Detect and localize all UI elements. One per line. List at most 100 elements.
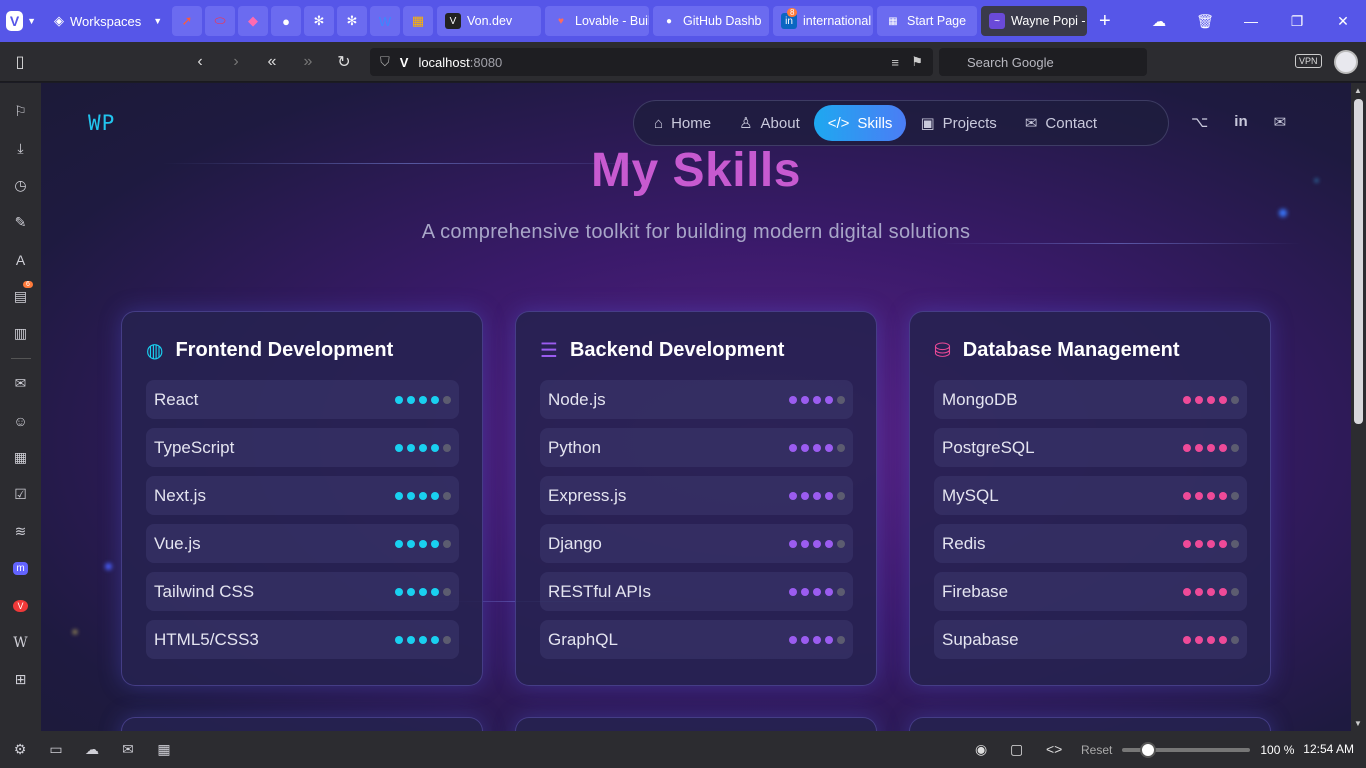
skill-level-dot <box>789 635 797 644</box>
pinned-tab[interactable]: ➚ <box>172 6 202 36</box>
page-actions-icon[interactable]: <> <box>1046 741 1062 757</box>
history-icon[interactable]: ◷ <box>0 167 41 204</box>
calendar-panel-icon[interactable]: ▦ <box>0 439 41 476</box>
pinned-tab[interactable]: ◆ <box>238 6 268 36</box>
server-icon: ☰ <box>540 340 558 362</box>
scroll-up-icon[interactable]: ▲ <box>1354 86 1362 95</box>
notes-icon[interactable]: ✎ <box>0 204 41 241</box>
linkedin-icon[interactable]: in <box>1234 113 1247 131</box>
nav-label: Skills <box>857 114 893 132</box>
downloads-icon[interactable]: ⤓ <box>0 130 41 167</box>
nav-contact[interactable]: ✉ Contact <box>1011 105 1111 141</box>
panel-toggle-icon[interactable]: ▯ <box>2 52 38 72</box>
wordpress-icon: W <box>378 13 392 29</box>
page-scrollbar[interactable]: ▲ ▼ <box>1351 83 1366 731</box>
reload-button[interactable]: ↻ <box>326 52 362 72</box>
skill-level-dot <box>443 443 451 452</box>
nav-about[interactable]: ♙ About <box>725 105 814 141</box>
tab-start-page[interactable]: ▦ Start Page <box>877 6 977 36</box>
zoom-reset-button[interactable]: Reset <box>1081 743 1112 757</box>
skill-level-dot <box>1195 395 1203 404</box>
fast-forward-button[interactable]: » <box>290 53 326 71</box>
trash-icon[interactable]: 🗑 <box>1182 13 1228 30</box>
skill-level-dot <box>419 491 427 500</box>
skill-level-dot <box>801 587 809 596</box>
skill-name: React <box>154 389 199 409</box>
tab-label: Lovable - Buil <box>575 14 649 28</box>
vivaldi-menu-button[interactable]: V ▼ <box>6 8 36 34</box>
vpn-button[interactable]: VPN <box>1295 54 1322 68</box>
page-tiling-icon[interactable]: ▢ <box>1010 741 1023 758</box>
mail-icon[interactable]: ✉ <box>0 365 41 402</box>
nav-skills[interactable]: </> Skills <box>813 105 907 141</box>
v-site-icon: V <box>399 54 409 70</box>
scroll-down-icon[interactable]: ▼ <box>1354 719 1362 728</box>
mail-icon[interactable]: ✉ <box>1274 113 1287 131</box>
nav-projects[interactable]: ▣ Projects <box>906 105 1010 141</box>
skill-level-dot <box>837 539 845 548</box>
minimize-button[interactable]: — <box>1228 13 1274 29</box>
chevron-down-icon: ▼ <box>153 16 163 26</box>
lovable-icon: ♥ <box>558 15 564 27</box>
page-title: My Skills <box>591 144 801 197</box>
skill-level-dot <box>1207 587 1215 596</box>
url-field[interactable]: ⛉ V localhost:8080 ≡ ⚑ <box>370 48 933 76</box>
forward-button[interactable]: › <box>218 53 254 71</box>
pinned-tab[interactable]: ⬭ <box>205 6 235 36</box>
close-button[interactable]: ✕ <box>1320 13 1366 30</box>
mail-icon[interactable]: ✉ <box>110 741 146 758</box>
skill-level-rating <box>789 587 845 596</box>
github-icon[interactable]: ⌥ <box>1191 113 1208 131</box>
zoom-slider[interactable] <box>1122 741 1251 758</box>
profile-avatar[interactable] <box>1334 50 1358 74</box>
skill-level-dot <box>837 395 845 404</box>
feeds-icon[interactable]: ≋ <box>0 513 41 550</box>
skill-level-dot <box>407 635 415 644</box>
skill-level-dot <box>813 395 821 404</box>
skill-name: MongoDB <box>942 389 1018 409</box>
cloud-icon[interactable]: ☁ <box>1136 13 1182 30</box>
zoom-slider-handle[interactable] <box>1140 741 1157 758</box>
site-logo[interactable]: WP <box>88 111 115 135</box>
pinned-tab[interactable]: ✻ <box>337 6 367 36</box>
layers-icon: ◈ <box>54 13 64 28</box>
wikipedia-icon[interactable]: W <box>0 624 41 661</box>
contacts-icon[interactable]: ☺ <box>0 402 41 439</box>
new-tab-button[interactable]: + <box>1099 10 1111 33</box>
pinned-tab[interactable]: ● <box>271 6 301 36</box>
mastodon-icon[interactable]: m <box>0 550 41 587</box>
maximize-button[interactable]: ❐ <box>1274 13 1320 30</box>
tab-linkedin[interactable]: in 8 international s <box>773 6 873 36</box>
calendar-icon[interactable]: ▤ 6 <box>0 278 41 315</box>
cloud-sync-icon[interactable]: ☁ <box>74 741 110 758</box>
tab-lovable[interactable]: ♥ Lovable - Buil <box>545 6 649 36</box>
skill-name: Firebase <box>942 581 1009 601</box>
translate-icon[interactable]: A <box>0 241 41 278</box>
add-panel-icon[interactable]: ⊞ <box>0 661 41 698</box>
pinned-tab[interactable]: W <box>370 6 400 36</box>
tab-von-dev[interactable]: V Von.dev <box>437 6 541 36</box>
rewind-button[interactable]: « <box>254 53 290 71</box>
reading-list-icon[interactable]: ▥ <box>0 315 41 352</box>
scrollbar-thumb[interactable] <box>1354 99 1363 424</box>
search-field[interactable]: Search Google <box>939 48 1147 76</box>
calendar-icon[interactable]: ▦ <box>146 741 182 758</box>
bookmark-icon[interactable]: ⚑ <box>911 54 923 70</box>
window-panel-icon[interactable]: ▭ <box>38 741 74 758</box>
bookmarks-icon[interactable]: ⚐ <box>0 93 41 130</box>
tab-github[interactable]: ● GitHub Dashb <box>653 6 769 36</box>
nav-label: About <box>760 114 800 132</box>
skill-level-rating <box>1183 443 1239 452</box>
tasks-icon[interactable]: ☑ <box>0 476 41 513</box>
vivaldi-icon[interactable]: V <box>0 587 41 624</box>
settings-icon[interactable]: ⚙ <box>2 741 38 758</box>
workspaces-button[interactable]: ◈ Workspaces ▼ <box>54 13 164 29</box>
back-button[interactable]: ‹ <box>182 53 218 71</box>
shield-icon[interactable]: ⛉ <box>380 54 390 70</box>
pinned-tab[interactable]: ▦ <box>403 6 433 36</box>
nav-home[interactable]: ⌂ Home <box>640 105 725 141</box>
pinned-tab[interactable]: ✻ <box>304 6 334 36</box>
tab-portfolio[interactable]: ~ Wayne Popi - <box>981 6 1087 36</box>
reader-icon[interactable]: ≡ <box>891 55 899 70</box>
camera-icon[interactable]: ◉ <box>975 741 987 758</box>
